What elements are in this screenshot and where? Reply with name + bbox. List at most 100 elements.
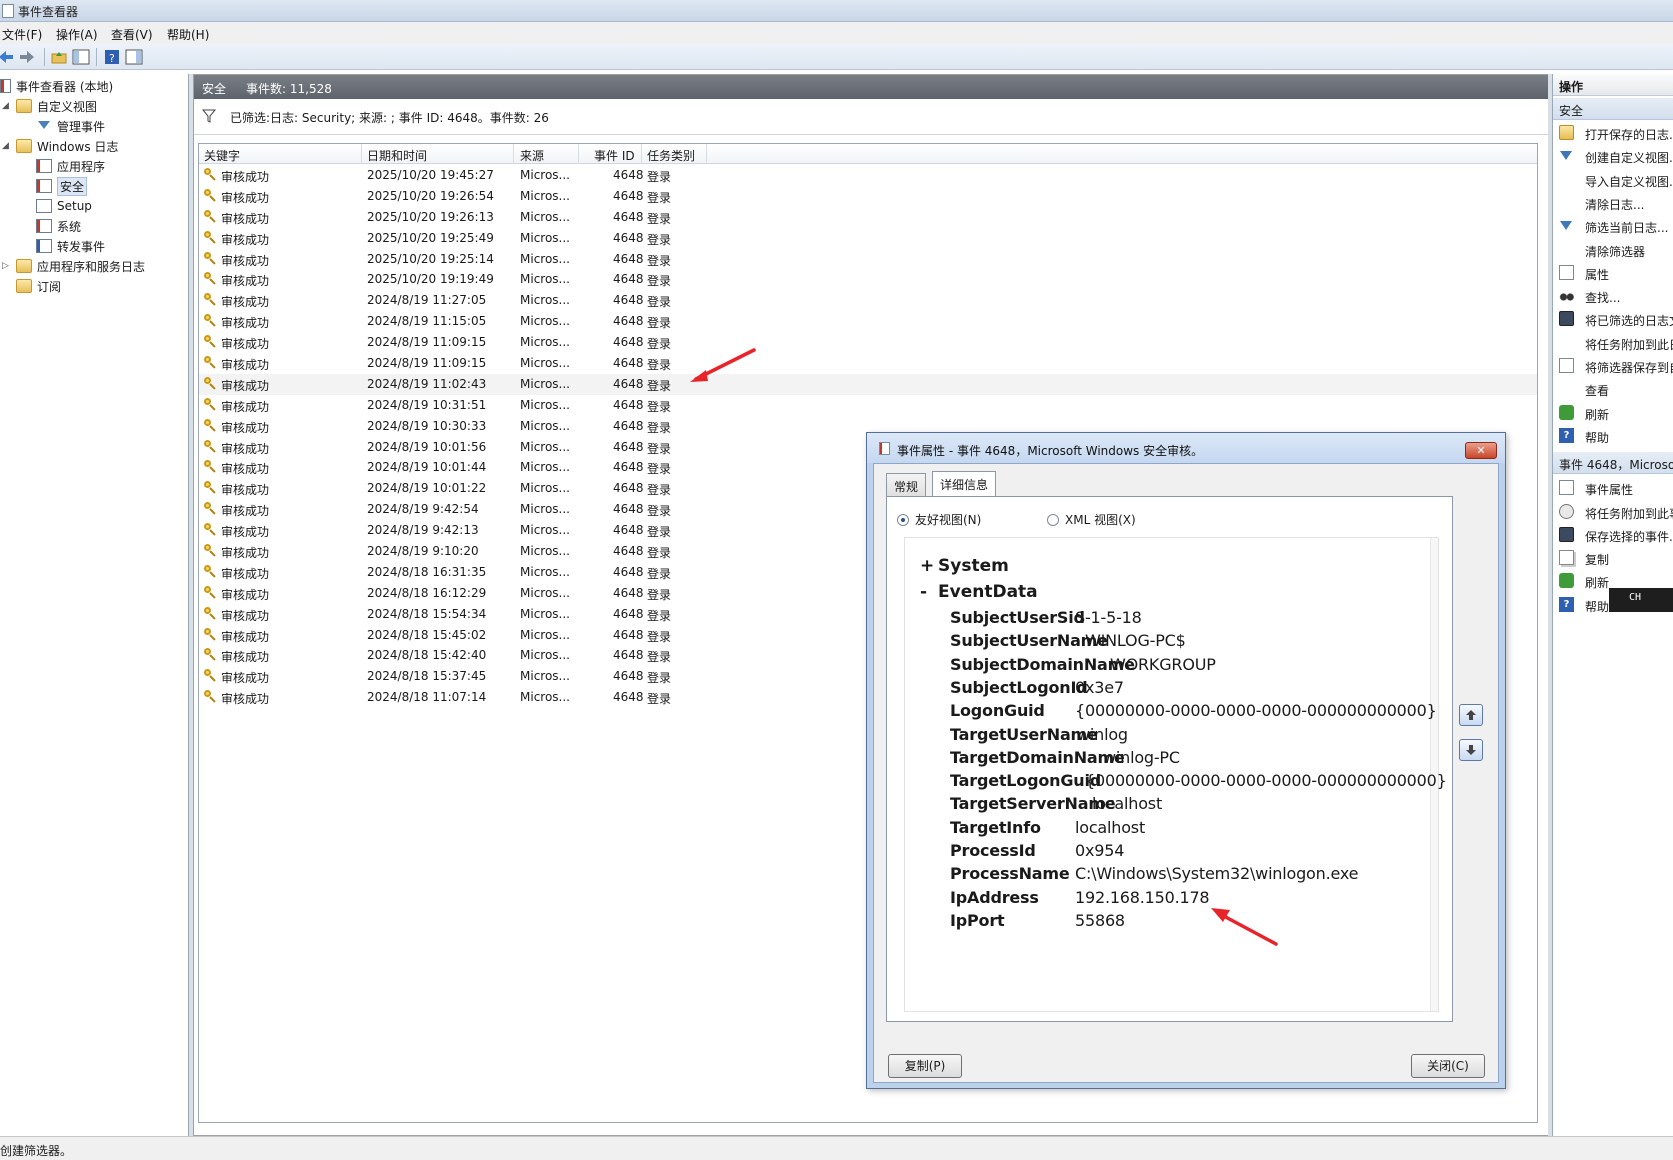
tree-application[interactable]: 应用程序 [36, 156, 105, 176]
menu-help[interactable]: 帮助(H) [167, 26, 209, 43]
tree-subscriptions[interactable]: 订阅 [16, 276, 61, 296]
actions-section-event[interactable]: 事件 4648，Microsoft [1553, 452, 1673, 475]
cell-datetime: 2024/8/19 10:01:56 [367, 439, 487, 454]
tree-custom-views[interactable]: ◢ 自定义视图 [2, 96, 97, 116]
dialog-close-icon[interactable]: ✕ [1465, 442, 1497, 459]
table-row[interactable]: 审核成功 2025/10/20 19:25:49 Micros... 4648 登录 [199, 228, 1537, 249]
action-item[interactable]: 打开保存的日志... [1553, 122, 1673, 144]
menu-bar: 文件(F) 操作(A) 查看(V) 帮助(H) [0, 22, 1673, 44]
table-row[interactable]: 审核成功 2025/10/20 19:26:54 Micros... 4648 登录 [199, 186, 1537, 207]
close-button[interactable]: 关闭(C) [1411, 1054, 1485, 1078]
expand-icon[interactable]: ▷ [2, 261, 12, 271]
table-row[interactable]: 审核成功 2024/8/19 11:09:15 Micros... 4648 登录 [199, 353, 1537, 374]
forward-arrow-icon[interactable] [17, 47, 37, 67]
tree-security[interactable]: 安全 [36, 176, 88, 196]
radio-xml-view[interactable]: XML 视图(X) [1047, 511, 1136, 528]
cell-datetime: 2025/10/20 19:26:13 [367, 209, 494, 224]
ime-indicator[interactable]: CH [1609, 588, 1673, 612]
cell-event-id: 4648 [613, 356, 644, 371]
table-row[interactable]: 审核成功 2025/10/20 19:26:13 Micros... 4648 登录 [199, 207, 1537, 228]
action-item[interactable]: 保存选择的事件... [1553, 524, 1673, 546]
action-item[interactable]: 刷新 [1553, 402, 1673, 424]
system-node[interactable]: + System [920, 556, 1009, 576]
col-event-id[interactable]: 事件 ID [594, 147, 635, 164]
tab-details[interactable]: 详细信息 [932, 471, 997, 497]
tree-forwarded-events[interactable]: 转发事件 [36, 236, 105, 256]
action-item[interactable]: 创建自定义视图... [1553, 145, 1673, 167]
cell-source: Micros... [520, 418, 570, 433]
action-item[interactable]: 事件属性 [1553, 477, 1673, 499]
action-label: 清除筛选器 [1585, 244, 1646, 259]
table-row[interactable]: 审核成功 2024/8/19 11:02:43 Micros... 4648 登录 [199, 373, 1537, 395]
menu-view[interactable]: 查看(V) [111, 26, 153, 43]
cell-event-id: 4648 [613, 585, 644, 600]
table-row[interactable]: 审核成功 2024/8/19 11:27:05 Micros... 4648 登录 [199, 290, 1537, 311]
col-source[interactable]: 来源 [520, 147, 544, 164]
table-row[interactable]: 审核成功 2025/10/20 19:45:27 Micros... 4648 登录 [199, 165, 1537, 186]
tree-system[interactable]: 系统 [36, 216, 81, 236]
tree-setup[interactable]: Setup [36, 196, 92, 216]
menu-action[interactable]: 操作(A) [56, 26, 98, 43]
cell-datetime: 2024/8/19 10:01:22 [367, 481, 487, 496]
cell-task-category: 登录 [647, 462, 672, 477]
field-name: ProcessName [950, 864, 1070, 884]
action-item[interactable]: 属性 [1553, 262, 1673, 284]
table-row[interactable]: 审核成功 2025/10/20 19:25:14 Micros... 4648 登录 [199, 249, 1537, 270]
action-item[interactable]: 将任务附加到此日 [1553, 332, 1673, 354]
copy-button[interactable]: 复制(P) [888, 1054, 962, 1078]
tree-windows-logs[interactable]: ◢ Windows 日志 [2, 136, 118, 156]
back-arrow-icon[interactable] [0, 47, 16, 67]
col-task-category[interactable]: 任务类别 [647, 147, 695, 164]
field-name: SubjectDomainName [950, 654, 1135, 674]
dialog-title-bar[interactable]: 事件属性 - 事件 4648，Microsoft Windows 安全审核。 ✕ [867, 433, 1505, 463]
event-detail-viewer[interactable]: + System - EventData SubjectUserSid S-1-5-1… [904, 537, 1447, 1012]
action-label: 刷新 [1585, 407, 1610, 422]
previous-event-button[interactable] [1459, 704, 1483, 726]
cell-keyword: 审核成功 [221, 358, 270, 373]
radio-friendly-view[interactable]: 友好视图(N) [897, 511, 981, 528]
action-item[interactable]: 查看 [1553, 378, 1673, 400]
action-item[interactable]: 复制 [1553, 547, 1673, 569]
action-item[interactable]: 导入自定义视图... [1553, 169, 1673, 191]
collapse-icon[interactable]: ◢ [2, 141, 12, 151]
col-datetime[interactable]: 日期和时间 [367, 147, 427, 164]
table-row[interactable]: 审核成功 2024/8/19 10:31:51 Micros... 4648 登录 [199, 395, 1537, 416]
cell-source: Micros... [520, 314, 570, 329]
arrow-up-icon [1466, 710, 1476, 720]
show-hide-tree-icon[interactable] [71, 47, 91, 67]
action-item[interactable]: 将任务附加到此事 [1553, 501, 1673, 523]
cell-datetime: 2025/10/20 19:19:49 [367, 272, 494, 287]
actions-section-security[interactable]: 安全 [1553, 98, 1673, 120]
field-value: 0x954 [1075, 841, 1125, 860]
action-item[interactable]: 清除筛选器 [1553, 239, 1673, 261]
cell-task-category: 登录 [647, 316, 672, 331]
table-row[interactable]: 审核成功 2025/10/20 19:19:49 Micros... 4648 登录 [199, 269, 1537, 290]
next-event-button[interactable] [1459, 739, 1483, 761]
show-action-pane-icon[interactable] [124, 47, 144, 67]
cell-datetime: 2024/8/19 11:02:43 [367, 376, 487, 391]
action-item[interactable]: ? 帮助 [1553, 425, 1673, 447]
help-icon[interactable]: ? [102, 47, 122, 67]
action-item[interactable]: 将筛选器保存到自 [1553, 355, 1673, 377]
table-row[interactable]: 审核成功 2024/8/19 11:09:15 Micros... 4648 登录 [199, 332, 1537, 353]
navigation-tree: 事件查看器 (本地) ◢ 自定义视图 管理事件 ◢ Windows 日志 应用程… [0, 74, 189, 1136]
collapse-icon[interactable]: ◢ [2, 101, 12, 111]
event-viewer-icon [2, 4, 14, 18]
col-keyword[interactable]: 关键字 [204, 147, 240, 164]
tree-admin-events[interactable]: 管理事件 [36, 116, 105, 136]
action-item[interactable]: 筛选当前日志... [1553, 215, 1673, 237]
action-item[interactable]: 查找... [1553, 285, 1673, 307]
eventdata-node[interactable]: - EventData [920, 582, 1038, 602]
help-icon: ? [1559, 596, 1574, 612]
tree-app-service-logs[interactable]: ▷ 应用程序和服务日志 [2, 256, 145, 276]
tab-general[interactable]: 常规 [886, 473, 927, 496]
action-item[interactable]: 将已筛选的日志文 [1553, 308, 1673, 330]
action-item[interactable]: 清除日志... [1553, 192, 1673, 214]
dialog-body: 常规 详细信息 友好视图(N) XML 视图(X) + System - Event… [873, 463, 1499, 1083]
menu-file[interactable]: 文件(F) [2, 26, 42, 43]
cell-keyword: 审核成功 [221, 525, 270, 540]
field-value: {00000000-0000-0000-0000-000000000000} [1075, 701, 1437, 721]
up-folder-icon[interactable] [49, 47, 69, 67]
tree-root[interactable]: 事件查看器 (本地) [0, 76, 113, 96]
table-row[interactable]: 审核成功 2024/8/19 11:15:05 Micros... 4648 登录 [199, 311, 1537, 332]
